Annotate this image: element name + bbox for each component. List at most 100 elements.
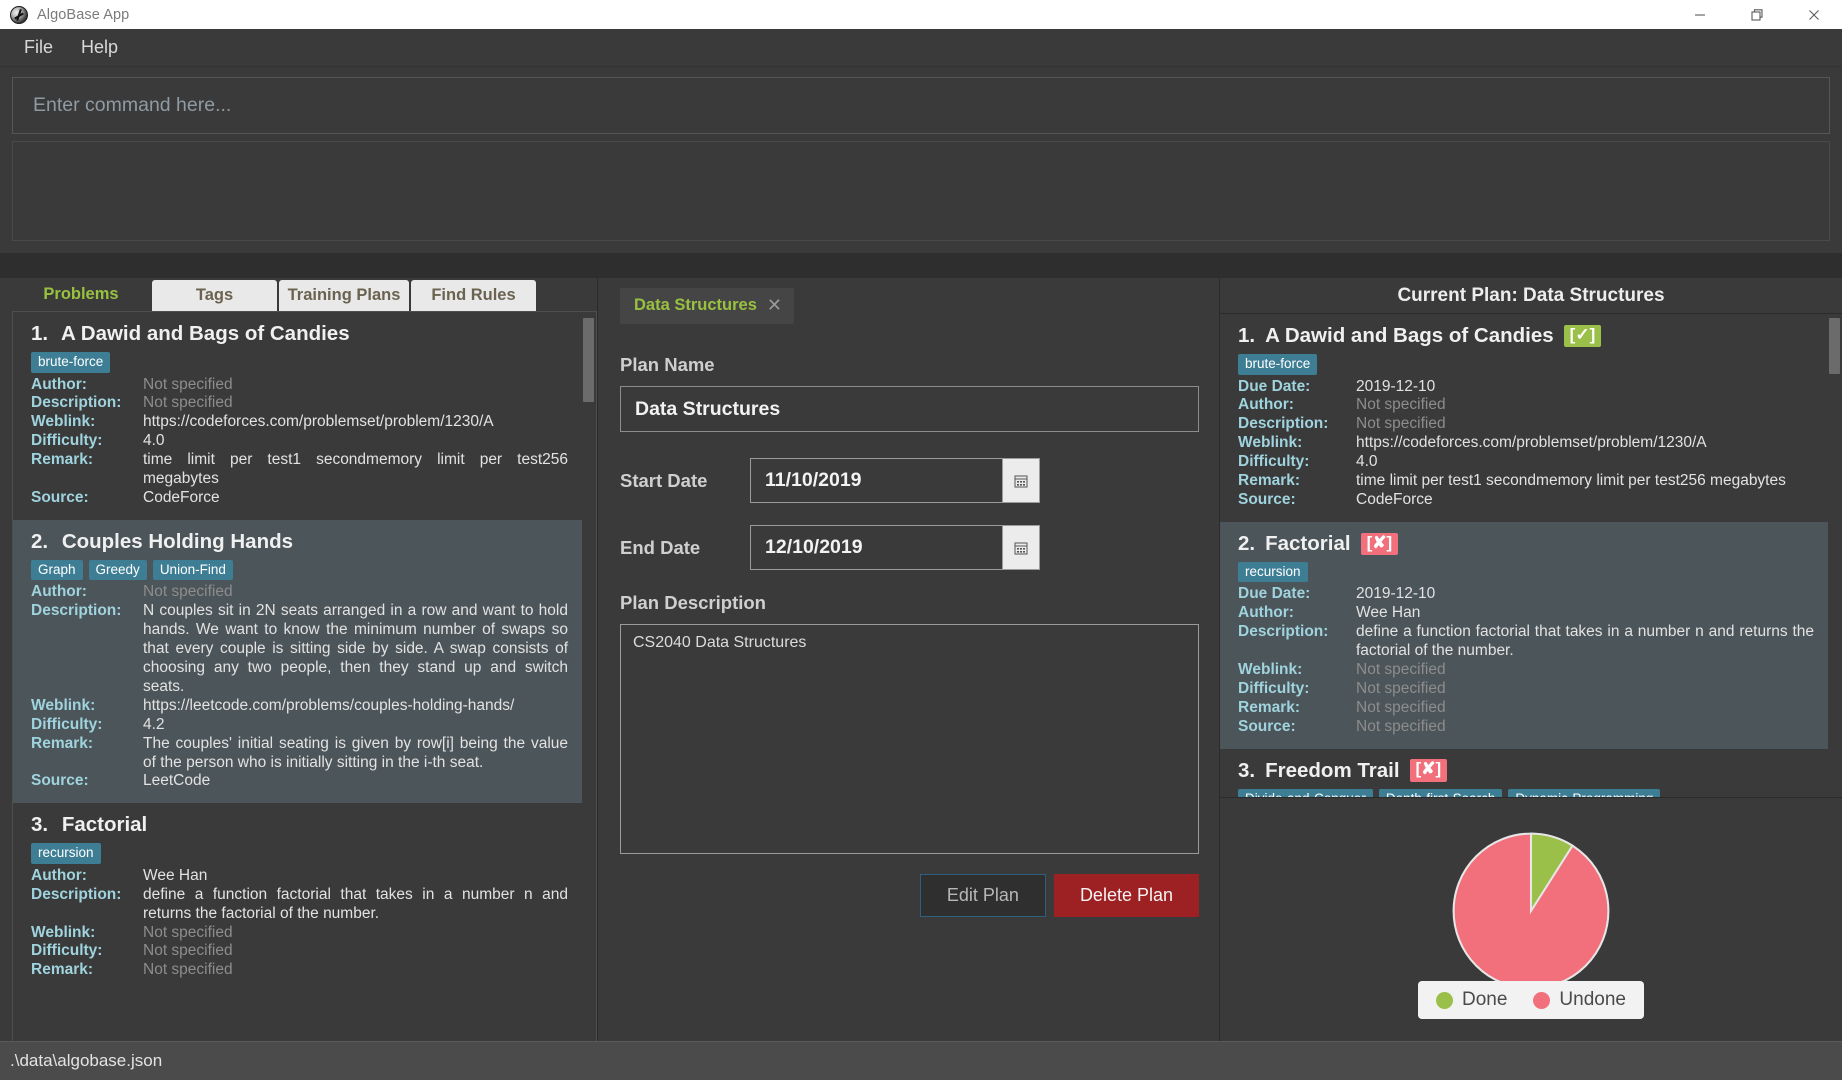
status-badge[interactable]: [✓]: [1563, 324, 1602, 348]
tab-strip: Problems Tags Training Plans Find Rules: [12, 278, 597, 311]
list-item[interactable]: 1. A Dawid and Bags of Candies brute-for…: [13, 312, 582, 520]
field-due-date: Due Date: 2019-12-10: [1238, 585, 1814, 604]
pie-chart: [1452, 832, 1610, 989]
current-plan-list[interactable]: 1. A Dawid and Bags of Candies [✓] brute…: [1220, 314, 1842, 798]
plan-item-name: A Dawid and Bags of Candies: [1265, 324, 1554, 347]
tag-chip[interactable]: Union-Find: [152, 559, 233, 581]
scrollbar-thumb[interactable]: [1829, 318, 1840, 374]
tag-chip[interactable]: brute-force: [31, 352, 111, 373]
tag-chip[interactable]: Graph: [31, 559, 83, 581]
field-difficulty: Difficulty: Not specified: [31, 942, 568, 961]
legend-item-undone[interactable]: Undone: [1533, 989, 1626, 1011]
status-file-path: .\data\algobase.json: [10, 1051, 163, 1070]
field-remark: Remark: time limit per test1 secondmemor…: [31, 451, 568, 489]
field-weblink: Weblink: Not specified: [31, 924, 568, 943]
title-bar: AlgoBase App: [0, 0, 1842, 29]
field-description: Description: define a function factorial…: [31, 886, 568, 924]
close-icon[interactable]: [1785, 0, 1842, 29]
tag-chip[interactable]: brute-force: [1238, 354, 1318, 375]
field-remark: Remark: The couples' initial seating is …: [31, 735, 568, 773]
field-author: Author: Not specified: [31, 376, 568, 395]
plan-item-index: 3.: [1238, 758, 1256, 782]
plan-item-title: 1. A Dawid and Bags of Candies [✓]: [1238, 324, 1814, 348]
tag-chip[interactable]: Greedy: [88, 559, 147, 581]
list-item[interactable]: 2. Couples Holding Hands Graph Greedy Un…: [13, 519, 582, 804]
end-date-input[interactable]: 12/10/2019: [750, 525, 1002, 570]
list-item[interactable]: 2. Factorial [✘] recursion Due Date: 201…: [1220, 521, 1828, 749]
field-value: CodeForce: [1356, 490, 1433, 508]
tab-problems[interactable]: Problems: [12, 278, 150, 311]
start-date-input[interactable]: 11/10/2019: [750, 458, 1002, 503]
problem-list[interactable]: 1. A Dawid and Bags of Candies brute-for…: [12, 311, 597, 1041]
right-pane: Current Plan: Data Structures 1. A Dawid…: [1220, 278, 1842, 1041]
field-value: Not specified: [143, 394, 233, 412]
field-difficulty: Difficulty: 4.0: [1238, 453, 1814, 472]
field-label: Weblink:: [1238, 661, 1303, 678]
field-difficulty: Difficulty: 4.2: [31, 716, 568, 735]
plan-item-name: Freedom Trail: [1265, 758, 1400, 782]
field-remark: Remark: Not specified: [31, 961, 568, 980]
tab-training-plans[interactable]: Training Plans: [279, 280, 409, 311]
menu-help[interactable]: Help: [67, 33, 132, 62]
field-value: LeetCode: [143, 772, 211, 790]
command-input[interactable]: Enter command here...: [12, 77, 1830, 134]
field-label: Author:: [1238, 604, 1294, 622]
list-item[interactable]: 3. Factorial recursion Author: Wee Han D…: [13, 803, 582, 993]
field-description: Description: Not specified: [1238, 415, 1814, 434]
tab-find-rules[interactable]: Find Rules: [411, 280, 536, 311]
field-value: time limit per test1 secondmemory limit …: [1356, 472, 1786, 490]
tag-chip[interactable]: recursion: [31, 843, 101, 864]
field-label: Difficulty:: [31, 942, 103, 960]
field-source: Source: CodeForce: [1238, 491, 1814, 510]
tab-tags[interactable]: Tags: [152, 280, 277, 311]
minimize-icon[interactable]: [1671, 0, 1728, 29]
field-remark: Remark: Not specified: [1238, 699, 1814, 718]
start-date-row: Start Date 11/10/2019: [620, 458, 1199, 503]
tag-chip[interactable]: Depth-first-Search: [1378, 788, 1503, 797]
tag-chip[interactable]: Divide-and-Conquer: [1238, 788, 1373, 797]
calendar-icon[interactable]: [1002, 525, 1040, 570]
field-description: Description: N couples sit in 2N seats a…: [31, 602, 568, 697]
legend-item-done[interactable]: Done: [1436, 989, 1507, 1011]
field-value: Not specified: [1356, 661, 1446, 678]
field-label: Author:: [31, 583, 87, 601]
plan-tab-data-structures[interactable]: Data Structures ✕: [620, 288, 794, 324]
plan-name-input[interactable]: Data Structures: [620, 386, 1199, 432]
delete-plan-button[interactable]: Delete Plan: [1053, 874, 1199, 917]
end-date-label: End Date: [620, 536, 701, 558]
end-date-picker[interactable]: 12/10/2019: [750, 525, 1040, 570]
list-item[interactable]: 1. A Dawid and Bags of Candies [✓] brute…: [1220, 314, 1828, 522]
scrollbar-thumb[interactable]: [583, 318, 594, 402]
status-badge[interactable]: [✘]: [1360, 532, 1399, 556]
current-plan-header: Current Plan: Data Structures: [1220, 278, 1842, 314]
start-date-picker[interactable]: 11/10/2019: [750, 458, 1040, 503]
field-value[interactable]: https://leetcode.com/problems/couples-ho…: [143, 697, 568, 716]
problem-index: 3.: [31, 813, 49, 837]
field-label: Due Date:: [1238, 377, 1311, 395]
field-value: define a function factorial that takes i…: [143, 885, 568, 922]
field-value[interactable]: https://codeforces.com/problemset/proble…: [1356, 434, 1814, 453]
current-plan-scrollbar[interactable]: [1829, 316, 1840, 795]
menu-file[interactable]: File: [10, 33, 67, 62]
calendar-icon[interactable]: [1002, 458, 1040, 503]
problem-list-scrollbar[interactable]: [583, 314, 594, 1039]
left-pane: Problems Tags Training Plans Find Rules …: [0, 278, 598, 1041]
plan-item-index: 1.: [1238, 324, 1256, 347]
field-value: 4.0: [1356, 453, 1378, 471]
field-value[interactable]: https://codeforces.com/problemset/proble…: [143, 413, 568, 432]
field-label: Remark:: [31, 961, 94, 979]
plan-description-label: Plan Description: [620, 592, 766, 613]
field-label: Author:: [31, 375, 87, 393]
status-badge[interactable]: [✘]: [1409, 759, 1448, 782]
maximize-icon[interactable]: [1728, 0, 1785, 29]
edit-plan-button[interactable]: Edit Plan: [919, 874, 1046, 917]
plan-description-input[interactable]: CS2040 Data Structures: [620, 624, 1199, 854]
close-icon[interactable]: ✕: [767, 295, 782, 316]
tag-chip[interactable]: Dynamic-Programming: [1508, 788, 1661, 797]
tag-chip[interactable]: recursion: [1238, 561, 1308, 583]
list-item[interactable]: 3. Freedom Trail [✘] Divide-and-Conquer …: [1220, 748, 1828, 797]
field-value: 4.2: [143, 715, 165, 733]
field-label: Description:: [1238, 623, 1329, 641]
main-content: Problems Tags Training Plans Find Rules …: [0, 278, 1842, 1041]
field-label: Description:: [31, 885, 122, 903]
